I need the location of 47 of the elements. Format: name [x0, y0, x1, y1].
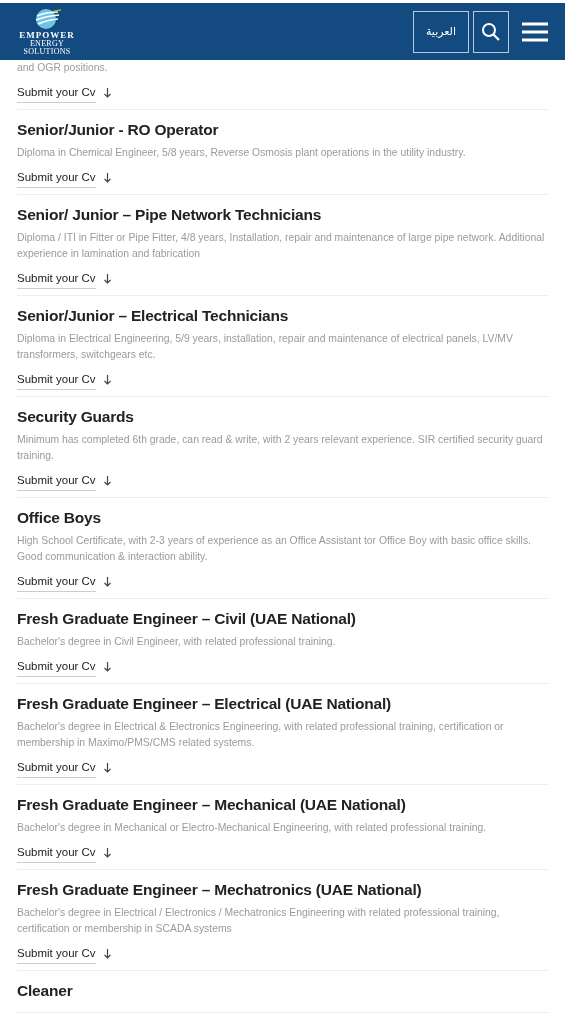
language-button[interactable]: العربية — [412, 10, 469, 53]
job-description: Diploma / ITI in Fitter or Pipe Fitter, 4/8 years, Installation, repair and maintenance of large pipe network. Additional experience in lamination and fabrication — [17, 231, 546, 261]
down-arrow-icon — [103, 662, 111, 672]
job-description: Bachelor's degree in Civil Engineer, with related professional training. — [17, 635, 337, 649]
job-description: Bachelor's degree in Mechanical or Electro-Mechanical Engineering, with related professional training. — [17, 821, 488, 835]
job-description: High School Certificate, with 2-3 years of experience as an Office Assistant tor Office Boy with basic office skills. Good communication & interaction ability. — [17, 534, 532, 564]
submit-cv-link[interactable]: Submit your Cv — [17, 269, 111, 289]
down-arrow-icon — [103, 274, 111, 284]
down-arrow-icon — [103, 88, 111, 98]
job-title: Fresh Graduate Engineer – Mechatronics (UAE National) — [17, 880, 423, 900]
job-description: Bachelor's degree in Electrical / Electronics / Mechatronics Engineering with related professional training, certification or membership in SCADA systems — [17, 906, 501, 936]
menu-icon — [522, 21, 548, 42]
job-title: Fresh Graduate Engineer – Electrical (UAE National) — [17, 694, 392, 714]
job-description: Diploma in Electrical Engineering, 5/9 years, installation, repair and maintenance of electrical panels, LV/MV transformers, switchgears etc. — [17, 332, 514, 362]
job-title: Fresh Graduate Engineer – Civil (UAE National) — [17, 609, 357, 629]
search-button[interactable] — [473, 10, 509, 53]
job-title: Senior/ Junior – Pipe Network Technicians — [17, 205, 323, 225]
logo-text: EMPOWER — [19, 29, 75, 40]
search-icon — [481, 21, 501, 42]
submit-cv-link[interactable]: Submit your Cv — [17, 83, 111, 103]
down-arrow-icon — [103, 577, 111, 587]
submit-cv-link[interactable]: Submit your Cv — [17, 843, 111, 863]
down-arrow-icon — [103, 476, 111, 486]
submit-cv-link[interactable]: Submit your Cv — [17, 657, 111, 677]
job-description: Diploma in Chemical Engineer, 5/8 years, Reverse Osmosis plant operations in the utility industry. — [17, 146, 467, 160]
submit-cv-link[interactable]: Submit your Cv — [17, 471, 111, 491]
down-arrow-icon — [103, 763, 111, 773]
job-title: Senior/Junior - RO Operator — [17, 120, 220, 140]
submit-cv-link[interactable]: Submit your Cv — [17, 572, 111, 592]
submit-cv-link[interactable]: Submit your Cv — [17, 168, 111, 188]
submit-cv-link[interactable]: Submit your Cv — [17, 758, 111, 778]
job-description: and OGR positions. — [17, 61, 109, 75]
job-description: Minimum has completed 6th grade, can read & write, with 2 years relevant experience. SIR certified security guard training. — [17, 433, 544, 463]
job-title: Office Boys — [17, 508, 102, 528]
job-title: Security Guards — [17, 407, 135, 427]
down-arrow-icon — [103, 173, 111, 183]
job-title: Fresh Graduate Engineer – Mechanical (UAE National) — [17, 795, 407, 815]
logo-tagline: SOLUTIONS — [23, 47, 71, 56]
logo-tagline: ENERGY — [29, 39, 65, 48]
down-arrow-icon — [103, 375, 111, 385]
submit-cv-link[interactable]: Submit your Cv — [17, 370, 111, 390]
job-description: Bachelor's degree in Electrical & Electronics Engineering, with related professional training, certification or membership in Maximo/PMS/CMS related systems. — [17, 720, 505, 750]
down-arrow-icon — [103, 949, 111, 959]
submit-cv-link[interactable]: Submit your Cv — [17, 944, 111, 964]
job-title: Senior/Junior – Electrical Technicians — [17, 306, 290, 326]
down-arrow-icon — [103, 848, 111, 858]
job-title: Cleaner — [17, 981, 74, 1001]
